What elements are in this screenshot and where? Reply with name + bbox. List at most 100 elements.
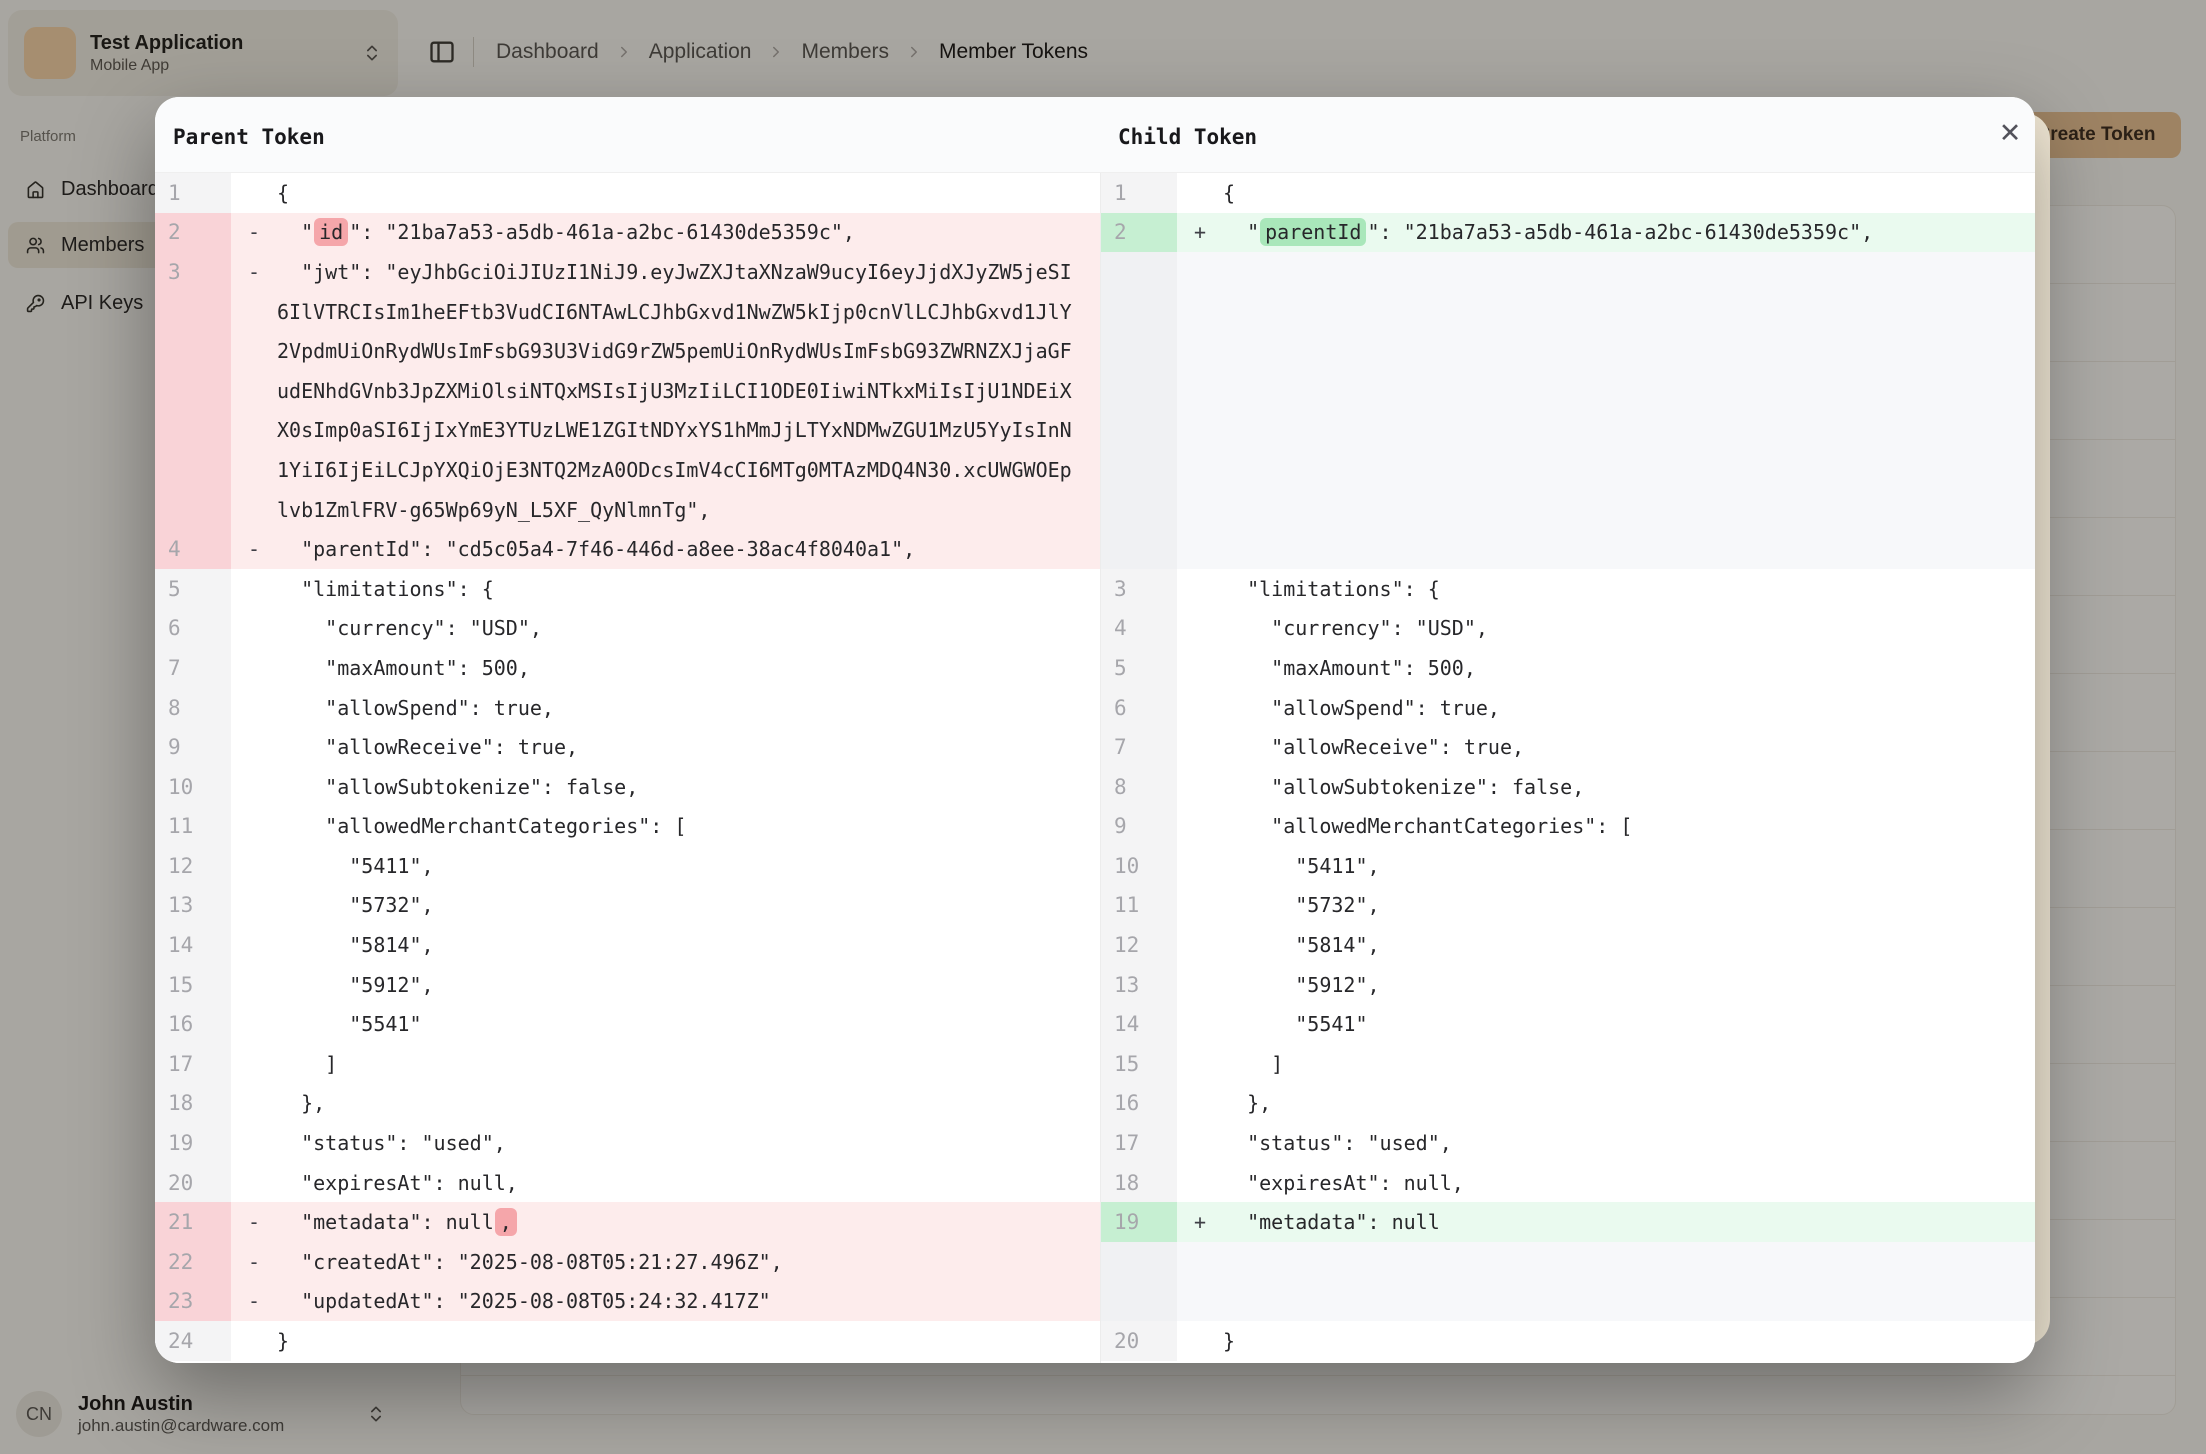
code-text: "allowReceive": true, (277, 727, 1100, 767)
code-text: "metadata": null (1223, 1202, 2035, 1242)
line-number (155, 450, 231, 490)
line-number: 11 (155, 807, 231, 847)
line-number: 18 (1101, 1163, 1177, 1203)
code-text: "currency": "USD", (277, 609, 1100, 649)
diff-sign (1177, 1282, 1223, 1322)
code-text: "parentId": "cd5c05a4-7f46-446d-a8ee-38a… (277, 529, 1100, 569)
diff-row: 1{ (1101, 173, 2035, 213)
line-number: 16 (155, 1004, 231, 1044)
diff-row: 18 "expiresAt": null, (1101, 1163, 2035, 1203)
diff-row: 3- "jwt": "eyJhbGciOiJIUzI1NiJ9.eyJwZXJt… (155, 252, 1100, 292)
code-text: { (277, 173, 1100, 213)
diff-sign (1177, 371, 1223, 411)
diff-sign (1177, 1163, 1223, 1203)
diff-row: 7 "maxAmount": 500, (155, 648, 1100, 688)
code-text: "allowSubtokenize": false, (277, 767, 1100, 807)
diff-row: 1YiI6IjEiLCJpYXQiOjE3NTQ2MzA0ODcsImV4cCI… (155, 450, 1100, 490)
diff-sign (231, 1004, 277, 1044)
diff-row: 14 "5541" (1101, 1004, 2035, 1044)
code-text: "currency": "USD", (1223, 609, 2035, 649)
child-token-panel: 1{2+ "parentId": "21ba7a53-a5db-461a-a2b… (1100, 173, 2035, 1363)
diff-row: 9 "allowedMerchantCategories": [ (1101, 807, 2035, 847)
diff-sign (1177, 727, 1223, 767)
line-number: 24 (155, 1321, 231, 1361)
diff-word-highlight: id (314, 218, 348, 246)
code-text: "5541" (277, 1004, 1100, 1044)
diff-sign (231, 1044, 277, 1084)
line-number (155, 331, 231, 371)
diff-sign (231, 648, 277, 688)
diff-row: 10 "5411", (1101, 846, 2035, 886)
line-number: 1 (155, 173, 231, 213)
parent-token-panel: 1{2- "id": "21ba7a53-a5db-461a-a2bc-6143… (155, 173, 1100, 1363)
line-number: 13 (155, 886, 231, 926)
diff-row: 22- "createdAt": "2025-08-08T05:21:27.49… (155, 1242, 1100, 1282)
code-text: 6IlVTRCIsIm1heEFtb3VudCI6NTAwLCJhbGxvd1N… (277, 292, 1100, 332)
line-number (155, 292, 231, 332)
code-text: X0sImp0aSI6IjIxYmE3YTUzLWE1ZGItNDYxYS1hM… (277, 411, 1100, 451)
diff-sign (231, 846, 277, 886)
line-number (1101, 1242, 1177, 1282)
diff-sign: - (231, 1282, 277, 1322)
diff-sign (1177, 173, 1223, 213)
line-number: 2 (1101, 213, 1177, 253)
code-text (1223, 331, 2035, 371)
code-text (1223, 411, 2035, 451)
diff-sign: - (231, 252, 277, 292)
diff-row (1101, 292, 2035, 332)
line-number: 3 (155, 252, 231, 292)
diff-row (1101, 371, 2035, 411)
code-text: "5411", (277, 846, 1100, 886)
code-text: }, (1223, 1084, 2035, 1124)
diff-row: 6 "allowSpend": true, (1101, 688, 2035, 728)
close-icon[interactable]: ✕ (1988, 111, 2032, 155)
diff-sign: - (231, 529, 277, 569)
code-text: "status": "used", (277, 1123, 1100, 1163)
code-text: "limitations": { (1223, 569, 2035, 609)
diff-row: 17 ] (155, 1044, 1100, 1084)
line-number: 20 (155, 1163, 231, 1203)
code-text: 2VpdmUiOnRydWUsImFsbG93U3VidG9rZW5pemUiO… (277, 331, 1100, 371)
line-number: 4 (155, 529, 231, 569)
diff-row: 11 "5732", (1101, 886, 2035, 926)
diff-row: 11 "allowedMerchantCategories": [ (155, 807, 1100, 847)
diff-row: 4- "parentId": "cd5c05a4-7f46-446d-a8ee-… (155, 529, 1100, 569)
code-text: ] (1223, 1044, 2035, 1084)
line-number: 6 (1101, 688, 1177, 728)
code-text (1223, 292, 2035, 332)
line-number: 12 (155, 846, 231, 886)
diff-sign (1177, 411, 1223, 451)
diff-row (1101, 1282, 2035, 1322)
line-number: 19 (155, 1123, 231, 1163)
diff-row: 24} (155, 1321, 1100, 1361)
diff-row: 5 "limitations": { (155, 569, 1100, 609)
line-number (155, 490, 231, 530)
diff-row: 21- "metadata": null, (155, 1202, 1100, 1242)
line-number (1101, 331, 1177, 371)
diff-sign (231, 925, 277, 965)
diff-sign (231, 807, 277, 847)
diff-sign: - (231, 1202, 277, 1242)
diff-sign: + (1177, 213, 1223, 253)
line-number: 9 (155, 727, 231, 767)
parent-token-title: Parent Token (173, 125, 325, 149)
diff-sign (1177, 450, 1223, 490)
diff-sign (231, 965, 277, 1005)
line-number: 10 (155, 767, 231, 807)
code-text (1223, 490, 2035, 530)
diff-row (1101, 252, 2035, 292)
code-text: "id": "21ba7a53-a5db-461a-a2bc-61430de53… (277, 213, 1100, 253)
diff-sign (1177, 886, 1223, 926)
diff-row: 7 "allowReceive": true, (1101, 727, 2035, 767)
diff-sign (1177, 252, 1223, 292)
code-text (1223, 371, 2035, 411)
diff-row (1101, 1242, 2035, 1282)
code-text: "updatedAt": "2025-08-08T05:24:32.417Z" (277, 1282, 1100, 1322)
diff-sign (231, 767, 277, 807)
code-text: "5912", (277, 965, 1100, 1005)
diff-row: 13 "5732", (155, 886, 1100, 926)
code-text (1223, 252, 2035, 292)
diff-sign (1177, 490, 1223, 530)
line-number: 15 (1101, 1044, 1177, 1084)
diff-row: 8 "allowSubtokenize": false, (1101, 767, 2035, 807)
